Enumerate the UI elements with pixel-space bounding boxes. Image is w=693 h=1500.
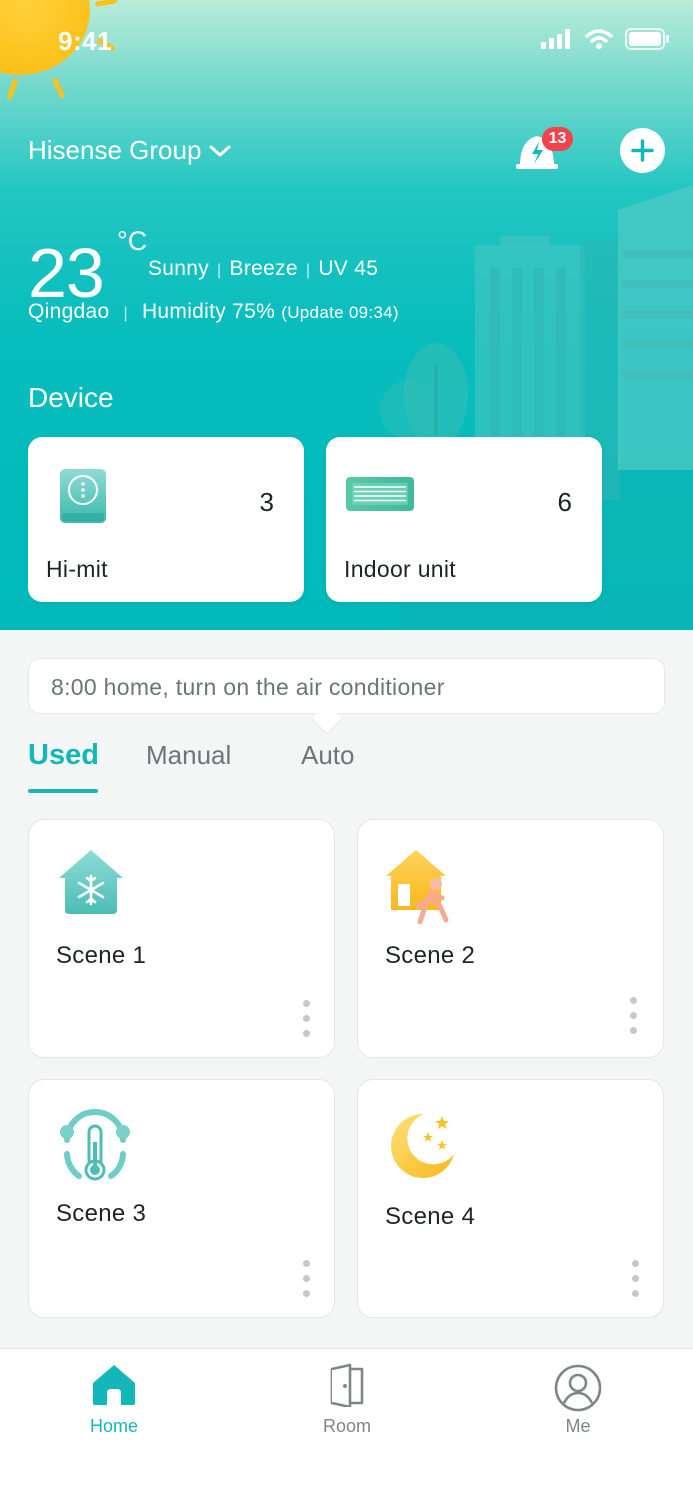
device-name: Hi-mit <box>46 556 108 582</box>
home-icon <box>93 1365 135 1405</box>
tabbar-item-home[interactable]: Home <box>54 1363 174 1437</box>
thermometer-icon <box>60 1109 130 1181</box>
tabbar-label: Me <box>565 1416 591 1436</box>
profile-icon <box>554 1364 602 1412</box>
tabbar-item-me[interactable]: Me <box>518 1363 638 1437</box>
scene-card-3[interactable]: Scene 3 <box>28 1079 335 1318</box>
scene-name: Scene 1 <box>56 942 147 969</box>
scene-tip-bubble: 8:00 home, turn on the air conditioner <box>28 658 665 714</box>
active-tab-indicator <box>28 789 98 793</box>
scene-card-2[interactable]: Scene 2 <box>357 819 664 1058</box>
separator: | <box>123 305 128 322</box>
scene-card-1[interactable]: Scene 1 <box>28 819 335 1058</box>
status-bar: 9:41 <box>0 0 693 80</box>
separator: | <box>217 262 222 279</box>
weather-condition: Sunny <box>148 257 210 280</box>
weather-uv: UV 45 <box>318 257 379 280</box>
status-icons <box>541 28 669 50</box>
tabbar-item-room[interactable]: Room <box>287 1363 407 1437</box>
snowflake-house-icon <box>59 850 123 914</box>
scene-name: Scene 3 <box>56 1200 147 1227</box>
moon-stars-icon <box>391 1113 454 1178</box>
group-selector[interactable]: Hisense Group <box>28 135 231 166</box>
add-button[interactable] <box>620 128 665 173</box>
weather-wind: Breeze <box>229 257 298 280</box>
scene-name: Scene 2 <box>385 942 476 969</box>
signal-icon <box>541 29 570 49</box>
more-options-icon[interactable] <box>303 1260 311 1300</box>
device-name: Indoor unit <box>344 556 456 582</box>
scene-name: Scene 4 <box>385 1203 476 1230</box>
door-icon <box>330 1363 364 1409</box>
weather-details: Qingdao | Humidity 75% (Update 09:34) <box>28 300 399 324</box>
device-card-hi-mit[interactable]: 3 Hi-mit <box>28 437 304 602</box>
plus-icon <box>631 139 654 162</box>
weather-city: Qingdao <box>28 300 110 323</box>
device-count: 6 <box>557 487 572 517</box>
battery-icon <box>625 28 669 50</box>
weather-humidity: Humidity 75% <box>141 300 276 323</box>
chevron-down-icon <box>209 145 231 156</box>
separator: | <box>305 262 311 279</box>
scene-card-4[interactable]: Scene 4 <box>357 1079 664 1318</box>
device-section-title: Device <box>28 382 114 413</box>
device-card-indoor-unit[interactable]: 6 Indoor unit <box>326 437 602 602</box>
hi-mit-panel-icon <box>60 469 106 523</box>
temperature-value: 23 <box>28 234 105 312</box>
tab-used[interactable]: Used <box>28 739 99 772</box>
tabbar-label: Home <box>89 1416 138 1436</box>
tab-auto[interactable]: Auto <box>301 740 355 771</box>
status-time: 9:41 <box>58 26 113 56</box>
more-options-icon[interactable] <box>630 997 638 1037</box>
wifi-icon <box>585 29 613 49</box>
more-options-icon[interactable] <box>632 1260 640 1300</box>
temperature-unit: °C <box>117 226 148 256</box>
weather-update-time: (Update 09:34) <box>281 303 399 322</box>
tabbar-label: Room <box>322 1416 371 1436</box>
more-options-icon[interactable] <box>303 1000 311 1040</box>
device-count: 3 <box>259 487 274 517</box>
tab-manual[interactable]: Manual <box>146 740 231 771</box>
group-name: Hisense Group <box>28 135 202 165</box>
person-leaving-house-icon <box>386 850 449 924</box>
bottom-tab-bar: Home Room Me <box>0 1348 693 1500</box>
indoor-unit-icon <box>346 477 414 511</box>
notification-badge: 13 <box>542 127 573 151</box>
weather-conditions: Sunny | Breeze | UV 45 <box>148 257 378 281</box>
